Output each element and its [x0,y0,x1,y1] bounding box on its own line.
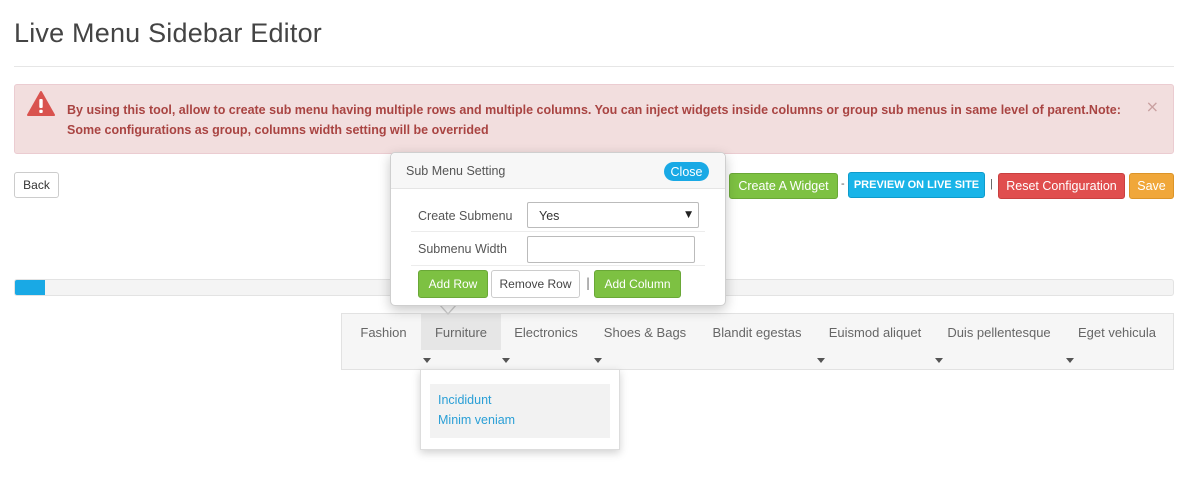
chevron-down-icon[interactable] [817,358,825,363]
submenu-column: Incididunt Minim veniam [430,384,610,438]
chevron-down-icon[interactable] [502,358,510,363]
alert-close-icon[interactable]: × [1146,97,1159,116]
select-arrow-icon: ▼ [685,210,692,220]
menu-bar: Fashion Furniture Electronics Shoes & Ba… [341,313,1174,370]
menu-item-blandit-egestas[interactable]: Blandit egestas [706,314,808,350]
page-title: Live Menu Sidebar Editor [14,18,322,48]
chevron-down-icon[interactable] [594,358,602,363]
menu-item-shoes-bags[interactable]: Shoes & Bags [598,314,692,350]
menu-item-eget-vehicula[interactable]: Eget vehicula [1070,314,1164,350]
back-button[interactable]: Back [14,172,59,198]
menu-item-duis-pellentesque[interactable]: Duis pellentesque [941,314,1057,350]
chevron-down-icon[interactable] [935,358,943,363]
submenu-width-input[interactable] [527,236,695,263]
create-submenu-select[interactable]: Yes ▼ [527,202,699,228]
create-submenu-label: Create Submenu [418,209,513,223]
menu-item-furniture[interactable]: Furniture [421,314,501,350]
popover-separator: | [586,276,591,290]
add-column-button[interactable]: Add Column [594,270,681,298]
reset-configuration-button[interactable]: Reset Configuration [998,173,1125,199]
toolbar-separator-dash: - [841,178,845,190]
menu-item-fashion[interactable]: Fashion [350,314,417,350]
submenu-setting-popover: Sub Menu Setting Close Create Submenu Ye… [390,152,726,306]
toolbar-separator-pipe: | [990,178,993,190]
add-row-button[interactable]: Add Row [418,270,488,298]
warning-triangle-icon [27,91,55,116]
alert-message: By using this tool, allow to create sub … [67,103,1121,137]
create-widget-button[interactable]: Create A Widget [729,173,838,199]
progress-bar-fill [15,280,46,295]
submenu-width-label: Submenu Width [418,242,507,256]
save-button[interactable]: Save [1129,173,1174,199]
popover-title: Sub Menu Setting [406,164,506,178]
submenu-link-minim-veniam[interactable]: Minim veniam [438,413,515,427]
warning-alert: By using this tool, allow to create sub … [14,84,1174,154]
chevron-down-icon[interactable] [1066,358,1074,363]
menu-item-electronics[interactable]: Electronics [505,314,587,350]
title-divider [14,66,1174,67]
popover-close-button[interactable]: Close [664,162,709,181]
submenu-dropdown: Incididunt Minim veniam [420,369,620,450]
submenu-link-incididunt[interactable]: Incididunt [438,393,492,407]
popover-header: Sub Menu Setting Close [391,153,725,189]
create-submenu-value: Yes [539,209,560,223]
remove-row-button[interactable]: Remove Row [491,270,580,298]
chevron-down-icon[interactable] [423,358,431,363]
preview-live-site-button[interactable]: PREVIEW ON LIVE SITE [848,172,985,198]
menu-item-euismod-aliquet[interactable]: Euismod aliquet [823,314,927,350]
